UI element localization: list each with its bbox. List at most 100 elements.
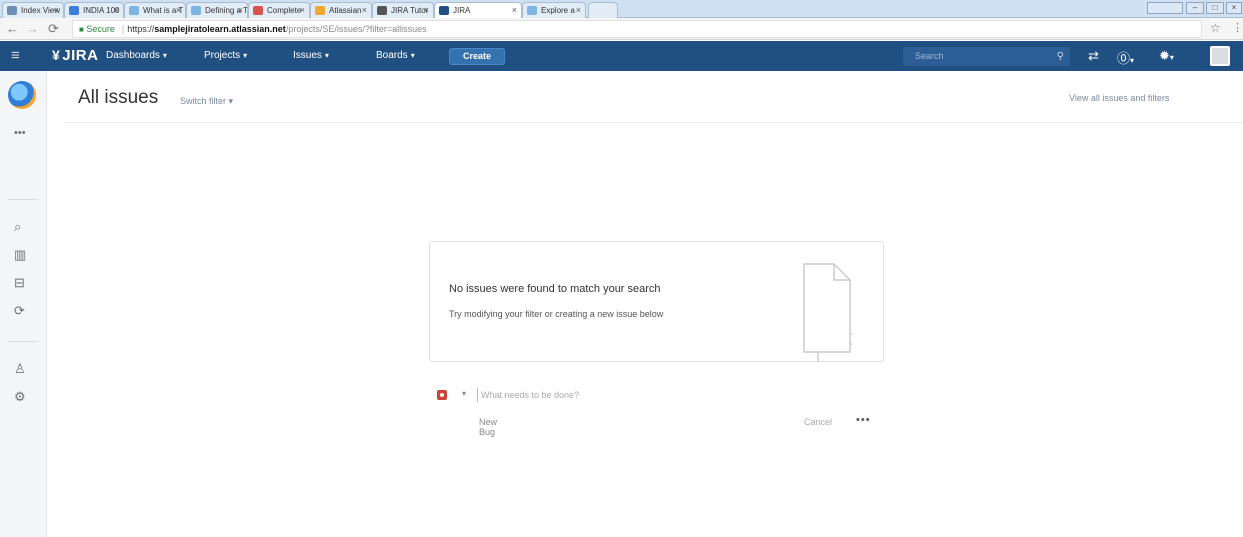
close-icon[interactable]: × [54, 5, 59, 15]
close-icon[interactable]: × [114, 5, 119, 15]
url-host: samplejiratolearn.atlassian.net [154, 24, 286, 34]
project-sidebar: ••• ⌕ ▥ ⊟ ⟳ ♙ ⚙ [0, 71, 47, 537]
tab-title: Complete [267, 6, 302, 15]
chevron-down-icon: ▾ [228, 96, 234, 106]
components-icon[interactable]: ⟳ [14, 303, 25, 319]
search-placeholder: Search [915, 51, 944, 61]
jira-logo-icon: ¥ [52, 47, 61, 63]
url-separator: | [121, 24, 125, 34]
browser-tab[interactable]: Defining a T × [186, 2, 248, 18]
url-path: /projects/SE/issues/?filter=allissues [285, 24, 427, 34]
close-icon[interactable]: × [512, 5, 517, 15]
add-people-icon[interactable]: ♙ [14, 361, 26, 377]
search-issues-icon[interactable]: ⌕ [14, 219, 21, 235]
secure-label: Secure [86, 24, 115, 34]
chevron-down-icon: ▾ [162, 51, 167, 60]
releases-icon[interactable]: ⊟ [14, 275, 25, 291]
issue-type-label: New Bug [479, 417, 498, 437]
search-icon[interactable]: ⚲ [1057, 47, 1064, 66]
browser-tab[interactable]: JIRA Tutor × [372, 2, 434, 18]
tab-favicon-icon [69, 6, 79, 15]
inline-summary-input[interactable] [477, 388, 677, 402]
notifications-icon[interactable]: ⇄ [1088, 48, 1099, 64]
more-dots-icon[interactable]: ••• [14, 127, 26, 139]
nav-dashboards-label: Dashboards [106, 50, 160, 61]
close-icon[interactable]: × [424, 5, 429, 15]
settings-gear-icon[interactable]: ✹▾ [1159, 48, 1174, 64]
tab-favicon-icon [7, 6, 17, 15]
help-icon[interactable]: ⓪▾ [1117, 48, 1134, 67]
nav-boards[interactable]: Boards ▾ [376, 50, 415, 61]
browser-tab-strip: Index View × INDIA 100 × What is a T × D… [0, 0, 1243, 18]
board-icon[interactable]: ▥ [14, 247, 26, 263]
close-window-button[interactable]: × [1226, 2, 1242, 14]
maximize-button[interactable]: □ [1206, 2, 1224, 14]
browser-tab[interactable]: INDIA 100 × [64, 2, 124, 18]
reload-icon[interactable]: ⟳ [48, 21, 59, 37]
address-bar-row: ← → ⟳ ■ Secure | https://samplejiratolearn… [0, 18, 1243, 40]
back-arrow-icon[interactable]: ← [6, 21, 19, 36]
chevron-down-icon[interactable]: ▾ [462, 389, 466, 398]
nav-issues-label: Issues [293, 50, 322, 61]
tab-title: Atlassian [329, 6, 362, 15]
bookmark-star-icon[interactable]: ☆ [1210, 21, 1221, 35]
jira-logo[interactable]: ¥ JIRA [52, 47, 98, 64]
tab-favicon-icon [439, 6, 449, 15]
lock-icon: ■ [79, 25, 84, 34]
tab-favicon-icon [191, 6, 201, 15]
bug-issue-type-icon[interactable] [437, 390, 447, 400]
project-settings-icon[interactable]: ⚙ [14, 389, 26, 405]
new-tab-button[interactable] [588, 2, 618, 18]
browser-tab[interactable]: Atlassian × [310, 2, 372, 18]
more-options-icon[interactable]: ••• [856, 414, 871, 426]
view-all-issues-link[interactable]: View all issues and filters [1069, 93, 1169, 103]
url-scheme: https:// [127, 24, 155, 34]
profile-button[interactable] [1147, 2, 1183, 14]
close-icon[interactable]: × [576, 5, 581, 15]
search-input[interactable]: Search ⚲ [903, 47, 1070, 66]
sidebar-divider [8, 341, 38, 342]
forward-arrow-icon[interactable]: → [26, 21, 39, 36]
sidebar-divider [8, 199, 38, 200]
jira-header: ≡ ¥ JIRA Dashboards ▾ Projects ▾ Issues ▾ Bo… [0, 41, 1243, 71]
tab-title: Explore a [541, 6, 575, 15]
title-divider [64, 122, 1243, 123]
tab-favicon-icon [527, 6, 537, 15]
nav-projects-label: Projects [204, 50, 241, 61]
browser-tab[interactable]: Explore a × [522, 2, 586, 18]
nav-projects[interactable]: Projects ▾ [204, 50, 247, 61]
url-input[interactable]: ■ Secure | https://samplejiratolearn.atlas… [72, 20, 1202, 38]
empty-state-hint: Try modifying your filter or creating a … [449, 309, 664, 319]
tab-favicon-icon [129, 6, 139, 15]
chevron-down-icon: ▾ [410, 51, 415, 60]
nav-issues[interactable]: Issues ▾ [293, 50, 329, 61]
browser-tab-active[interactable]: JIRA × [434, 2, 522, 18]
browser-tab[interactable]: What is a T × [124, 2, 186, 18]
browser-tab[interactable]: Complete × [248, 2, 310, 18]
close-icon[interactable]: × [238, 5, 243, 15]
switch-filter-label: Switch filter [180, 96, 227, 106]
empty-state-message: No issues were found to match your searc… [449, 283, 661, 295]
project-avatar[interactable] [8, 81, 36, 109]
close-icon[interactable]: × [176, 5, 181, 15]
page-title: All issues [78, 87, 159, 108]
minimize-button[interactable]: – [1186, 2, 1204, 14]
chevron-down-icon: ▾ [243, 51, 248, 60]
jira-logo-text: JIRA [62, 47, 99, 64]
user-avatar[interactable] [1210, 46, 1230, 66]
browser-tab[interactable]: Index View × [2, 2, 64, 18]
close-icon[interactable]: × [300, 5, 305, 15]
hamburger-menu-icon[interactable]: ≡ [11, 47, 20, 64]
nav-dashboards[interactable]: Dashboards ▾ [106, 50, 167, 61]
tab-title: JIRA [453, 6, 471, 15]
cancel-button[interactable]: Cancel [804, 417, 832, 427]
switch-filter-dropdown[interactable]: Switch filter ▾ [180, 96, 233, 107]
empty-state-panel: No issues were found to match your searc… [429, 241, 884, 362]
menu-dots-icon[interactable]: ⋮ [1232, 21, 1243, 34]
tab-favicon-icon [253, 6, 263, 15]
close-icon[interactable]: × [362, 5, 367, 15]
chevron-down-icon: ▾ [324, 51, 329, 60]
empty-document-icon [803, 263, 852, 362]
create-button[interactable]: Create [449, 48, 505, 65]
nav-boards-label: Boards [376, 50, 408, 61]
